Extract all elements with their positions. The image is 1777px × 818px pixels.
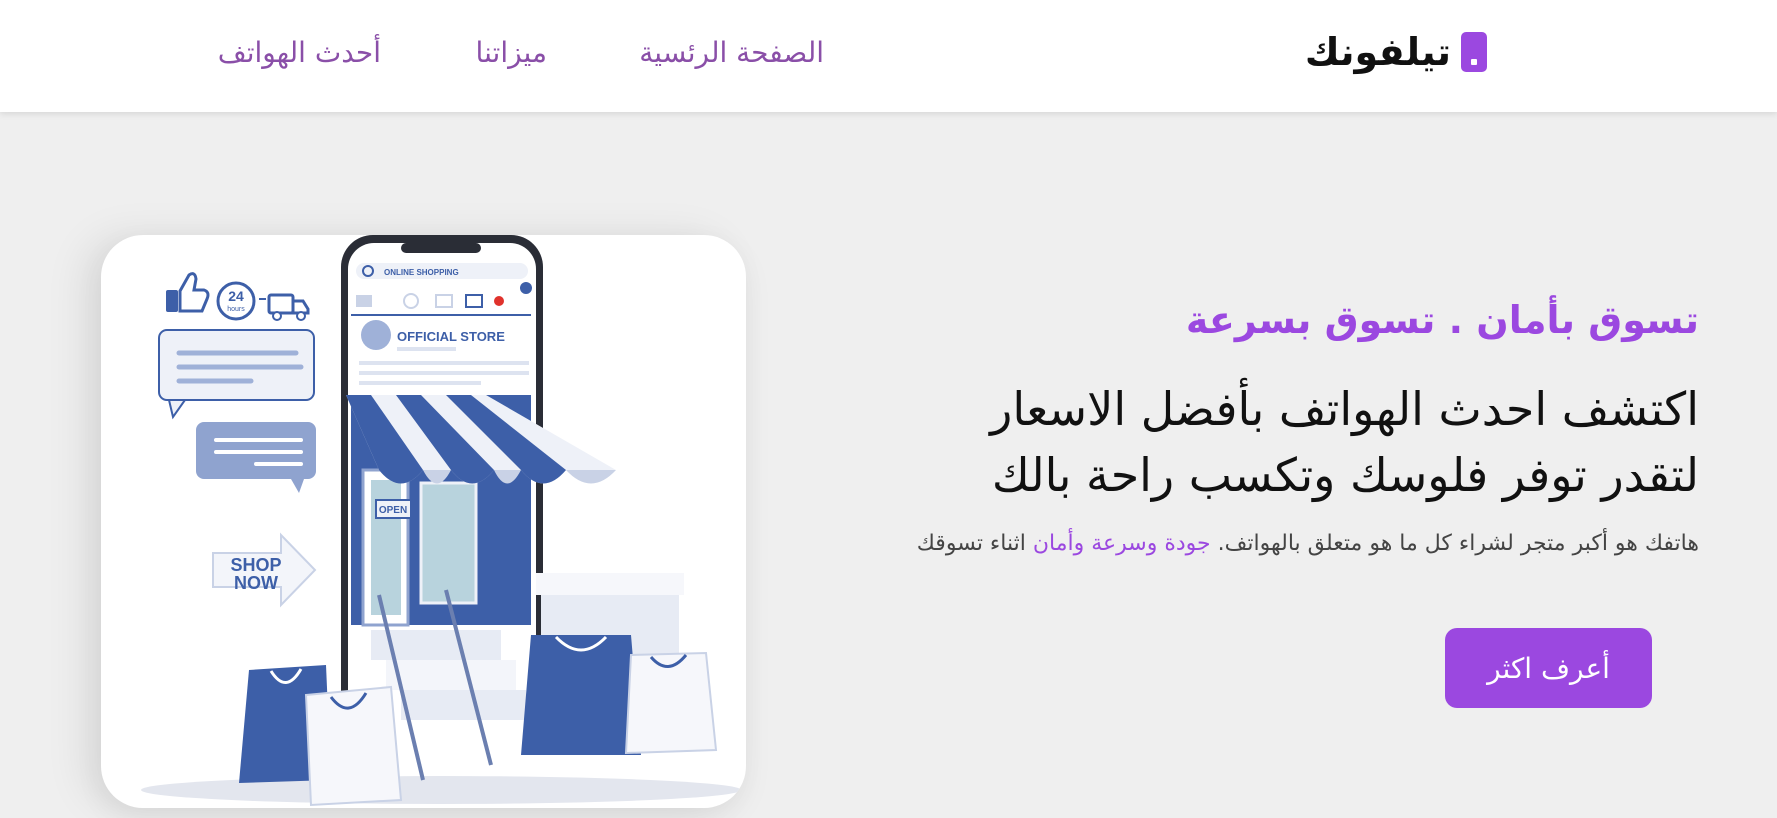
nav-link-home[interactable]: الصفحة الرئسية <box>639 33 824 73</box>
description-text: هاتفك هو أكبر متجر لشراء كل ما هو متعلق … <box>1217 531 1699 556</box>
hero-headline-line-1: اكتشف احدث الهواتف بأفضل الاسعار <box>990 382 1699 436</box>
nav-link-latest-phones[interactable]: أحدث الهواتف <box>218 33 381 73</box>
nav-link-features[interactable]: ميزاتنا <box>476 33 547 73</box>
description-highlight: جودة وسرعة وأمان <box>1032 531 1211 556</box>
online-shop-illustration: 24 hours SHOP NOW ONLINE SHOPPING OFFICI… <box>141 235 741 807</box>
svg-text:ONLINE SHOPPING: ONLINE SHOPPING <box>384 268 459 277</box>
description-text-end: اثناء تسوقك <box>916 531 1026 556</box>
chat-bubble-icon <box>196 422 316 493</box>
svg-text:SHOP: SHOP <box>230 555 281 575</box>
awning-icon <box>346 395 616 484</box>
hero-headline-line-2: لتقدر توفر فلوسك وتكسب راحة بالك <box>991 448 1699 502</box>
shopping-bag-icon <box>521 635 641 755</box>
shopping-bag-icon <box>624 651 718 755</box>
delivery-truck-icon <box>259 293 310 321</box>
svg-text:hours: hours <box>227 306 245 313</box>
hero-illustration: 24 hours SHOP NOW ONLINE SHOPPING OFFICI… <box>101 235 746 808</box>
thumbs-up-icon <box>166 272 210 313</box>
learn-more-button[interactable]: أعرف اكثر <box>1445 628 1652 708</box>
shop-now-arrow-icon: SHOP NOW <box>212 532 317 608</box>
svg-text:OFFICIAL STORE: OFFICIAL STORE <box>397 329 505 344</box>
shopping-bag-icon <box>304 685 403 807</box>
svg-text:OPEN: OPEN <box>379 505 407 516</box>
hero-tagline: تسوق بأمان . تسوق بسرعة <box>1185 298 1699 342</box>
hero-text: تسوق بأمان . تسوق بسرعة اكتشف احدث الهوا… <box>799 290 1699 562</box>
hero-description: هاتفك هو أكبر متجر لشراء كل ما هو متعلق … <box>799 526 1699 562</box>
svg-text:24: 24 <box>228 288 244 304</box>
chat-bubble-icon <box>158 329 315 420</box>
main-nav: الصفحة الرئسية ميزاتنا أحدث الهواتف <box>0 0 1777 112</box>
top-navbar: تيلفونك الصفحة الرئسية ميزاتنا أحدث الهو… <box>0 0 1777 112</box>
svg-text:NOW: NOW <box>234 573 278 593</box>
24-hours-icon: 24 hours <box>216 281 256 321</box>
hero-headline: اكتشف احدث الهواتف بأفضل الاسعار لتقدر ت… <box>799 376 1699 508</box>
